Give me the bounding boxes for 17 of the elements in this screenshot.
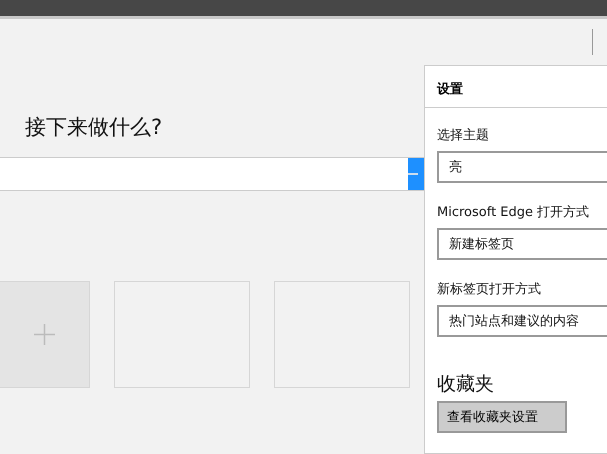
field-label: Microsoft Edge 打开方式 (437, 204, 590, 221)
field-label: 新标签页打开方式 (437, 281, 542, 298)
plus-icon (34, 324, 55, 345)
search-field[interactable] (0, 157, 424, 191)
site-tile[interactable] (114, 281, 250, 388)
favorites-settings-button[interactable]: 查看收藏夹设置 (437, 401, 567, 433)
dropdown[interactable]: 新建标签页 (437, 228, 607, 260)
panel-title: 设置 (425, 66, 607, 108)
site-tile[interactable] (274, 281, 410, 388)
search-button[interactable] (408, 158, 424, 190)
toolbar-separator (592, 29, 593, 55)
dropdown[interactable]: 热门站点和建议的内容 (437, 305, 607, 337)
field-label: 选择主题 (437, 127, 490, 144)
add-site-tile[interactable] (0, 281, 90, 388)
dropdown[interactable]: 亮 (437, 151, 607, 183)
section-heading: 收藏夹 (437, 372, 495, 397)
page-heading: 接下来做什么? (25, 114, 162, 141)
